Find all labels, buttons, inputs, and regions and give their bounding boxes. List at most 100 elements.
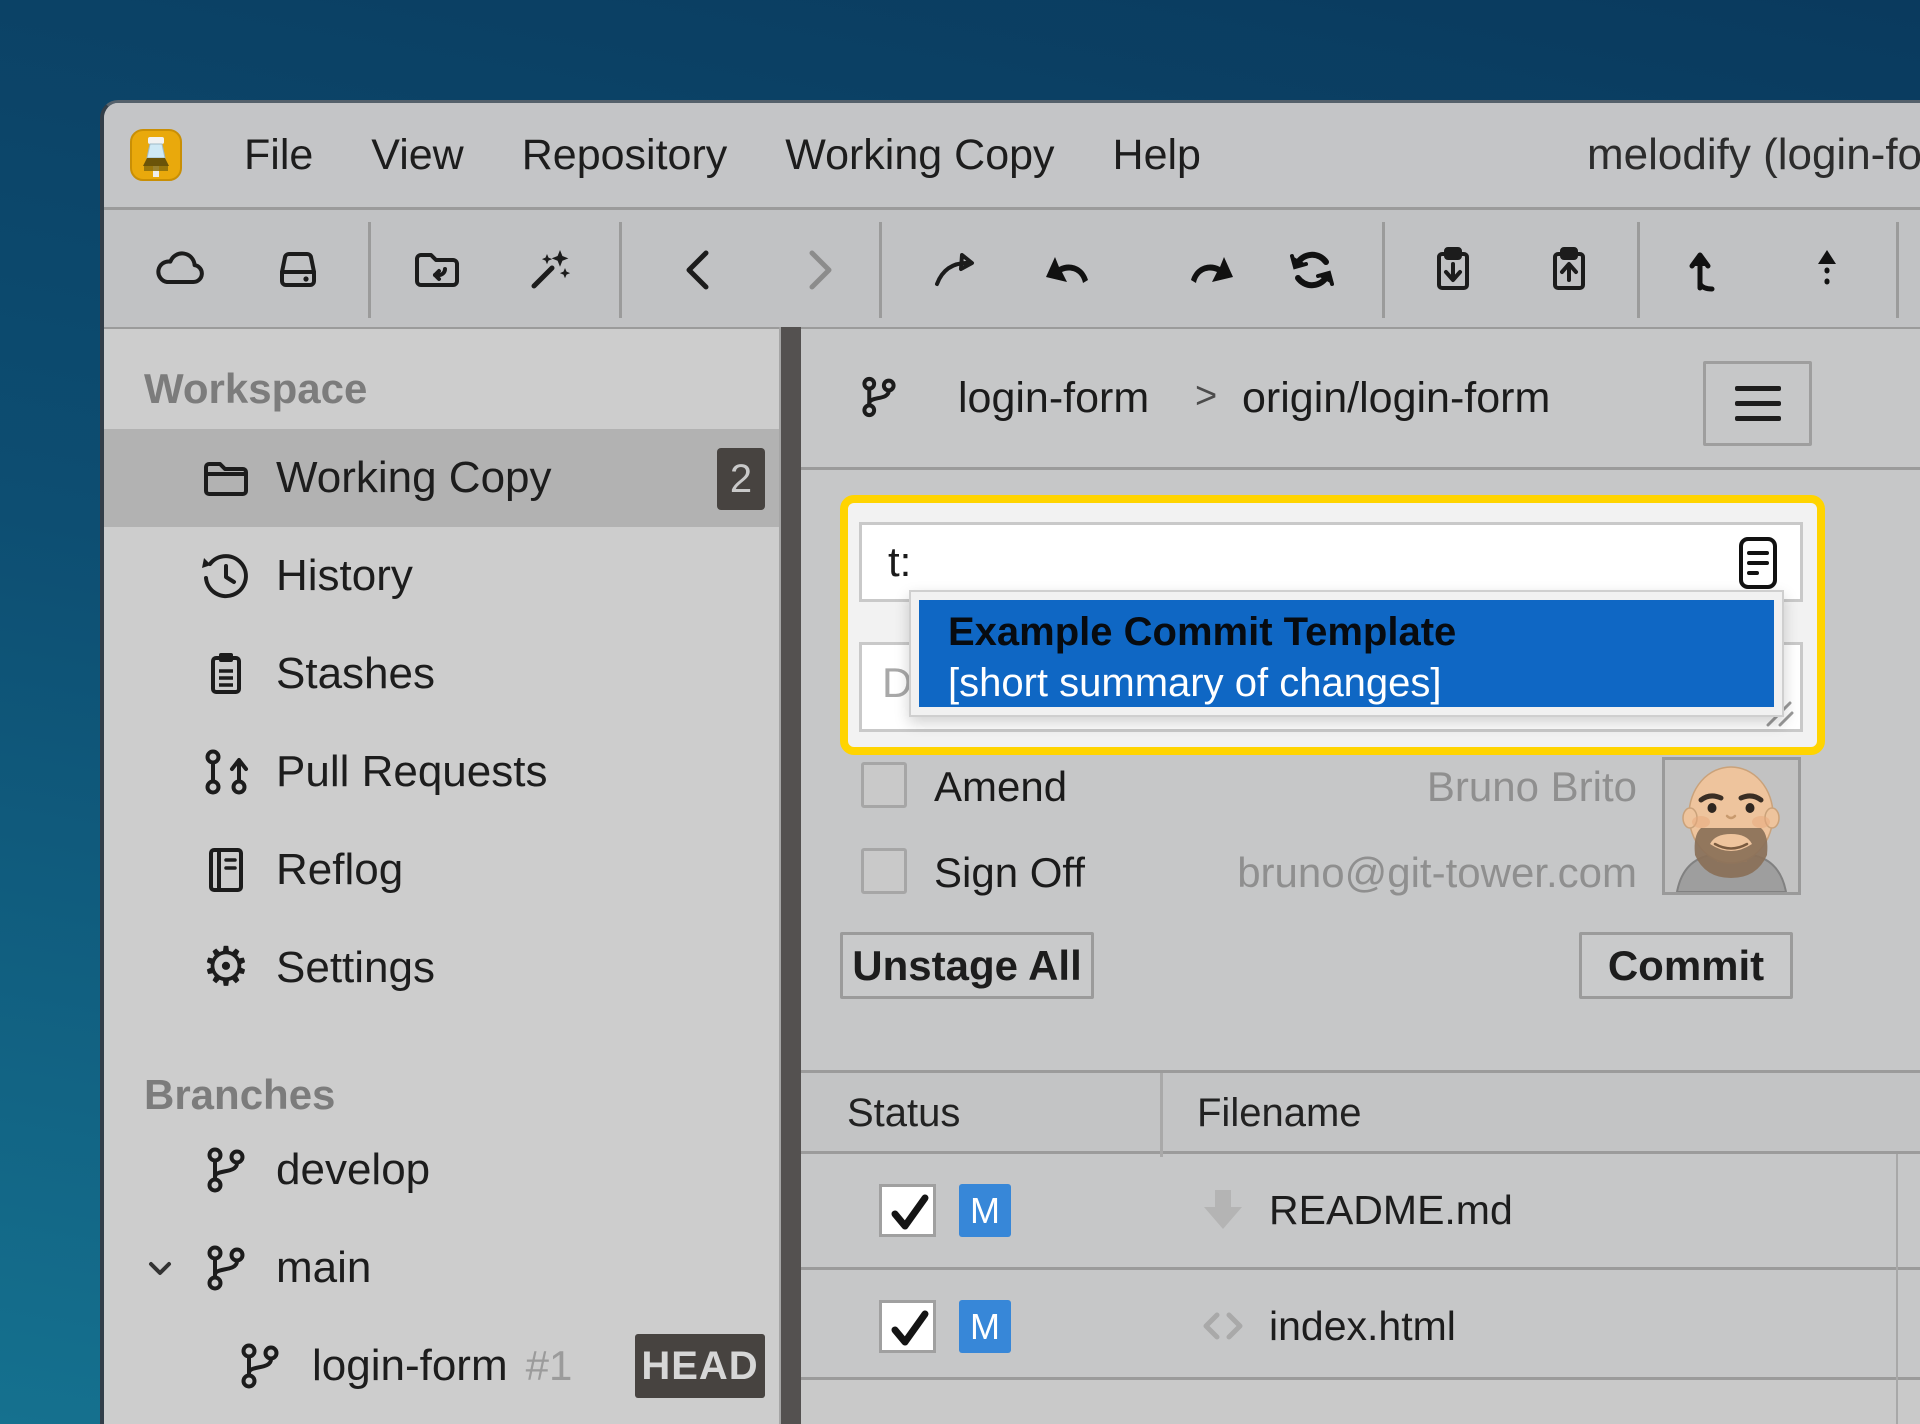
magic-wand-icon[interactable]: [520, 242, 576, 298]
stash-save-icon[interactable]: [1541, 242, 1597, 298]
toolbar: [104, 207, 1920, 330]
sidebar: Workspace Working Copy 2 History: [104, 327, 779, 1424]
cloud-icon[interactable]: [152, 242, 208, 298]
amend-checkbox[interactable]: [861, 762, 907, 808]
toolbar-divider: [1896, 222, 1899, 318]
window-title: melodify (login-form): [1587, 103, 1920, 207]
sidebar-item-settings[interactable]: ⚙ Settings: [104, 919, 779, 1017]
branch-icon: [856, 374, 902, 420]
stage-checkbox[interactable]: [879, 1300, 936, 1353]
checkout-icon[interactable]: [929, 242, 985, 298]
stage-checkbox[interactable]: [879, 1184, 936, 1237]
gear-icon: ⚙: [200, 941, 252, 993]
commit-template-icon[interactable]: [1738, 536, 1778, 590]
markdown-arrow-icon: [1200, 1187, 1246, 1233]
branch-icon: [200, 1242, 252, 1294]
sidebar-item-label: main: [276, 1219, 371, 1317]
file-table-empty-area: [801, 1380, 1920, 1424]
sidebar-item-label: Stashes: [276, 625, 435, 723]
sidebar-item-branch-develop[interactable]: develop: [104, 1121, 779, 1219]
drive-icon[interactable]: [270, 242, 326, 298]
sidebar-item-label: Pull Requests: [276, 723, 547, 821]
forward-icon[interactable]: [790, 242, 846, 298]
code-icon: [1200, 1303, 1246, 1349]
menu-help[interactable]: Help: [1113, 131, 1201, 180]
back-icon[interactable]: [672, 242, 728, 298]
folder-icon: [200, 452, 252, 504]
journal-icon: [200, 844, 252, 896]
file-row-readme[interactable]: M README.md: [801, 1154, 1920, 1267]
commit-template-suggestion[interactable]: Example Commit Template [short summary o…: [919, 600, 1774, 707]
current-branch-label: login-form: [958, 329, 1149, 467]
branch-menu-button[interactable]: [1703, 361, 1812, 446]
sidebar-item-branch-main[interactable]: main: [104, 1219, 779, 1317]
branch-icon: [234, 1340, 286, 1392]
menu-view[interactable]: View: [371, 131, 463, 180]
menu-working-copy[interactable]: Working Copy: [785, 131, 1054, 180]
sidebar-item-history[interactable]: History: [104, 527, 779, 625]
pull-request-icon: [200, 746, 252, 798]
sidebar-header-branches: Branches: [104, 1017, 779, 1121]
toolbar-divider: [1382, 222, 1385, 318]
tracking-branch-label: origin/login-form: [1242, 329, 1550, 467]
main-panel: login-form > origin/login-form: [801, 327, 1920, 1424]
sidebar-item-pull-requests[interactable]: Pull Requests: [104, 723, 779, 821]
sidebar-item-label: Settings: [276, 919, 435, 1017]
column-header-filename[interactable]: Filename: [1197, 1073, 1362, 1157]
unstage-all-button[interactable]: Unstage All: [840, 932, 1094, 999]
sign-off-label: Sign Off: [934, 849, 1085, 897]
author-name: Bruno Brito: [1201, 763, 1637, 811]
sidebar-item-label: develop: [276, 1121, 430, 1219]
undo-icon[interactable]: [1042, 242, 1098, 298]
sidebar-item-stashes[interactable]: Stashes: [104, 625, 779, 723]
status-badge: M: [959, 1184, 1011, 1237]
template-title: Example Commit Template: [948, 606, 1774, 658]
history-icon: [200, 550, 252, 602]
sign-off-checkbox[interactable]: [861, 848, 907, 894]
avatar: [1662, 757, 1801, 895]
status-badge: M: [959, 1300, 1011, 1353]
commit-button[interactable]: Commit: [1579, 932, 1793, 999]
column-divider[interactable]: [1160, 1073, 1163, 1157]
breadcrumb-separator: >: [1195, 329, 1217, 467]
menu-file[interactable]: File: [244, 131, 313, 180]
toolbar-divider: [368, 222, 371, 318]
count-badge: 2: [717, 448, 765, 510]
chevron-down-icon[interactable]: [144, 1252, 176, 1284]
sidebar-item-label: Reflog: [276, 821, 403, 919]
branch-icon: [200, 1144, 252, 1196]
menu-repository[interactable]: Repository: [522, 131, 728, 180]
sidebar-item-working-copy[interactable]: Working Copy 2: [104, 429, 779, 527]
open-folder-icon[interactable]: [409, 242, 465, 298]
sidebar-splitter[interactable]: [779, 327, 803, 1424]
redo-icon[interactable]: [1181, 242, 1237, 298]
hamburger-icon: [1735, 386, 1781, 391]
scrollbar-track[interactable]: [1896, 1154, 1898, 1424]
file-row-index[interactable]: M index.html: [801, 1270, 1920, 1383]
template-summary: [short summary of changes]: [948, 658, 1774, 708]
filename: README.md: [1269, 1154, 1513, 1267]
author-email: bruno@git-tower.com: [1201, 849, 1637, 897]
rebase-icon[interactable]: [1799, 242, 1855, 298]
commit-template-dropdown: Example Commit Template [short summary o…: [909, 590, 1784, 717]
branch-number: #1: [526, 1342, 573, 1389]
toolbar-divider: [879, 222, 882, 318]
sidebar-header-workspace: Workspace: [104, 329, 779, 429]
file-table-header: Status Filename: [801, 1070, 1920, 1154]
menu-items: File View Repository Working Copy Help: [244, 131, 1201, 180]
sidebar-item-branch-login-form[interactable]: login-form#1 HEAD: [104, 1317, 779, 1415]
column-header-status[interactable]: Status: [847, 1073, 960, 1157]
stash-apply-icon[interactable]: [1425, 242, 1481, 298]
head-badge: HEAD: [635, 1334, 765, 1398]
menu-bar: File View Repository Working Copy Help m…: [104, 103, 1920, 207]
filename: index.html: [1269, 1270, 1456, 1383]
toolbar-divider: [1637, 222, 1640, 318]
app-window: File View Repository Working Copy Help m…: [100, 100, 1920, 1424]
amend-label: Amend: [934, 763, 1067, 811]
sync-icon[interactable]: [1284, 242, 1340, 298]
sidebar-item-label: Working Copy: [276, 429, 552, 527]
sidebar-item-label: History: [276, 527, 413, 625]
merge-icon[interactable]: [1674, 242, 1730, 298]
stash-icon: [200, 648, 252, 700]
sidebar-item-reflog[interactable]: Reflog: [104, 821, 779, 919]
